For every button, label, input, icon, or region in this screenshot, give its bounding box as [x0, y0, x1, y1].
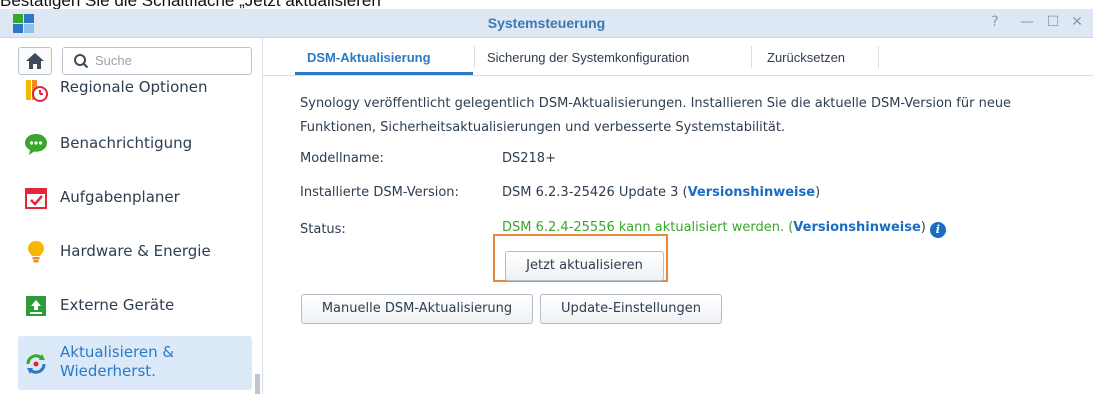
tab-divider	[474, 46, 475, 68]
window-title: Systemsteuerung	[487, 15, 606, 31]
installed-version-text: DSM 6.2.3-25426 Update 3 (	[502, 185, 688, 200]
hardware-power-icon	[28, 241, 44, 263]
sidebar-item-label: Aufgabenplaner	[60, 188, 180, 206]
status-release-notes-link[interactable]: Versionshinweise	[793, 220, 921, 235]
home-button[interactable]	[18, 47, 52, 75]
sidebar-item-label-line1: Aktualisieren &	[60, 343, 175, 361]
sidebar-item-hardware-power[interactable]: Hardware & Energie	[18, 226, 252, 278]
sidebar-item-task-scheduler[interactable]: Aufgabenplaner	[18, 172, 252, 224]
search-input[interactable]: Suche	[62, 47, 252, 75]
help-button[interactable]: ?	[984, 13, 1006, 31]
search-placeholder: Suche	[95, 53, 132, 68]
update-description: Synology veröffentlicht gelegentlich DSM…	[300, 96, 1012, 135]
installed-version-value: DSM 6.2.3-25426 Update 3 (Versionshinwei…	[502, 185, 820, 200]
maximize-button[interactable]: ☐	[1042, 13, 1064, 31]
minimize-button[interactable]: —	[1016, 13, 1038, 31]
tab-reset[interactable]: Zurücksetzen	[767, 50, 845, 65]
close-button[interactable]: ✕	[1066, 13, 1088, 31]
caption-text: Bestätigen Sie die Schaltfläche „Jetzt a…	[0, 0, 387, 10]
sidebar-item-label: Hardware & Energie	[60, 242, 211, 260]
sidebar-item-regional-options[interactable]: Regionale Optionen	[18, 74, 252, 104]
sidebar-scrollbar[interactable]	[255, 374, 260, 394]
manual-update-button[interactable]: Manuelle DSM-Aktualisierung	[301, 294, 533, 324]
sidebar-item-label: Externe Geräte	[60, 296, 175, 314]
sidebar-item-label: Regionale Optionen	[60, 78, 208, 96]
model-name-label: Modellname:	[300, 151, 384, 166]
installed-version-label: Installierte DSM-Version:	[300, 185, 459, 200]
tab-divider	[751, 46, 752, 68]
model-name-value: DS218+	[502, 151, 556, 166]
status-close: )	[920, 220, 926, 235]
tab-divider	[878, 46, 879, 68]
search-icon	[74, 54, 89, 69]
tab-dsm-update[interactable]: DSM-Aktualisierung	[307, 50, 431, 65]
update-now-button[interactable]: Jetzt aktualisieren	[505, 251, 664, 281]
info-icon[interactable]: i	[929, 222, 946, 238]
active-tab-indicator	[295, 72, 473, 75]
sidebar-item-label: Benachrichtigung	[60, 134, 193, 152]
tab-config-backup[interactable]: Sicherung der Systemkonfiguration	[487, 50, 689, 65]
regional-options-icon	[26, 80, 48, 102]
update-settings-button[interactable]: Update-Einstellungen	[540, 294, 722, 324]
external-devices-icon	[26, 296, 46, 316]
sidebar-item-notification[interactable]: Benachrichtigung	[18, 118, 252, 170]
status-label: Status:	[300, 222, 346, 237]
sidebar-item-label-line2: Wiederherst.	[60, 362, 156, 380]
notification-icon	[25, 134, 47, 155]
sidebar-item-update-restore[interactable]: Aktualisieren & Wiederherst.	[18, 336, 252, 390]
update-restore-icon	[26, 354, 46, 374]
installed-version-close: )	[815, 185, 821, 200]
status-text: DSM 6.2.4-25556 kann aktualisiert werden…	[502, 220, 794, 235]
task-scheduler-icon	[25, 188, 47, 209]
installed-release-notes-link[interactable]: Versionshinweise	[688, 185, 816, 200]
sidebar-item-external-devices[interactable]: Externe Geräte	[18, 280, 252, 332]
home-icon	[26, 53, 44, 69]
